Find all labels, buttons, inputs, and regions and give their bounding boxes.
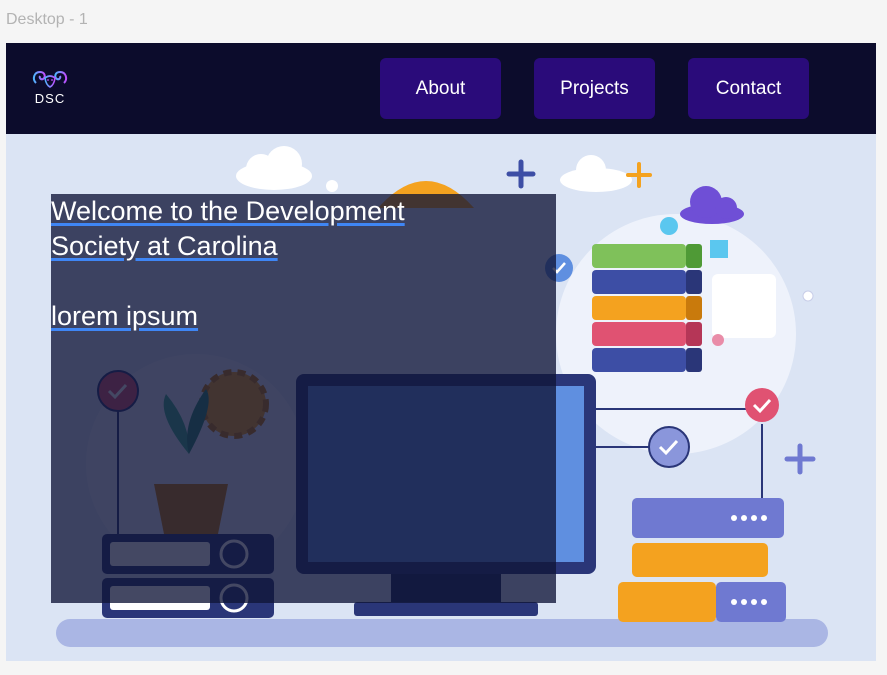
hero-title[interactable]: Welcome to the Development Society at Ca… bbox=[51, 194, 471, 264]
square-shape bbox=[710, 240, 728, 258]
dsc-logo[interactable]: DSC bbox=[30, 69, 70, 109]
hero-subtitle-link[interactable]: lorem ipsum bbox=[51, 301, 198, 331]
dot-shape bbox=[326, 180, 338, 192]
plus-icon bbox=[506, 159, 536, 189]
card-stack bbox=[618, 498, 786, 622]
cloud-icon bbox=[236, 146, 312, 190]
projects-button[interactable]: Projects bbox=[534, 58, 655, 119]
dot-shape bbox=[712, 334, 724, 346]
platform-shape bbox=[56, 619, 828, 647]
cloud-icon bbox=[680, 186, 744, 224]
hero-subtitle[interactable]: lorem ipsum bbox=[51, 299, 198, 334]
ram-logo-icon bbox=[32, 70, 68, 88]
hero-title-link[interactable]: Welcome to the Development Society at Ca… bbox=[51, 196, 405, 261]
about-button[interactable]: About bbox=[380, 58, 501, 119]
plus-icon bbox=[784, 443, 816, 475]
checkmark-icon bbox=[745, 388, 779, 422]
window-card bbox=[712, 274, 776, 338]
navbar: DSC About Projects Contact bbox=[6, 43, 876, 134]
plus-icon bbox=[626, 162, 652, 188]
logo-text: DSC bbox=[34, 91, 66, 106]
frame-label: Desktop - 1 bbox=[6, 11, 88, 28]
contact-button[interactable]: Contact bbox=[688, 58, 809, 119]
desktop-frame: DSC About Projects Contact Welcome to th… bbox=[6, 43, 876, 661]
checkmark-icon bbox=[648, 426, 690, 468]
cloud-icon bbox=[560, 155, 632, 192]
dot-shape bbox=[802, 290, 814, 302]
book-stack bbox=[592, 244, 702, 372]
dot-shape bbox=[660, 217, 678, 235]
